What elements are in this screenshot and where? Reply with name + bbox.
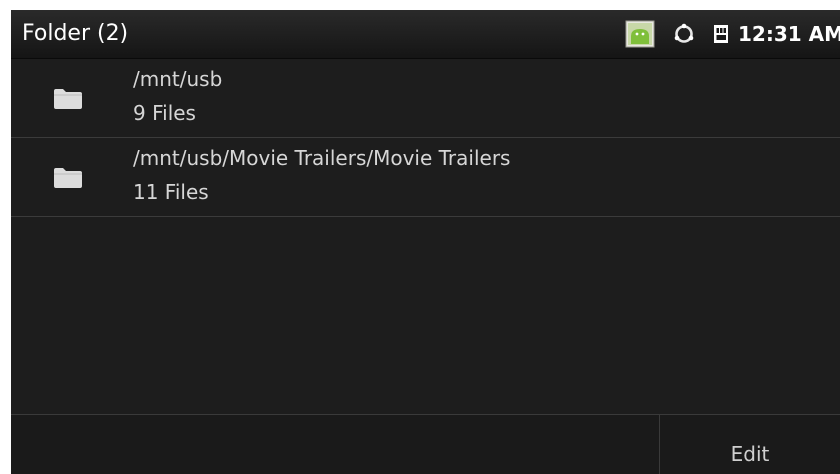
status-icons: 12:31 AM: [625, 10, 840, 58]
folder-icon: [53, 167, 83, 189]
sync-icon: [673, 23, 695, 45]
folder-list: /mnt/usb 9 Files /mnt/usb/Movie Trailers…: [11, 59, 840, 217]
list-item[interactable]: /mnt/usb 9 Files: [11, 59, 840, 138]
sd-card-icon: [713, 24, 729, 44]
folder-file-count: 11 Files: [133, 180, 209, 204]
page-title: Folder (2): [22, 21, 129, 46]
folder-path: /mnt/usb/Movie Trailers/Movie Trailers: [133, 146, 511, 170]
app-screen: Folder (2) 12:31 AM /mnt/usb 9 Files /mn…: [11, 10, 840, 474]
folder-file-count: 9 Files: [133, 101, 196, 125]
bottom-action-bar: Edit: [11, 414, 840, 474]
edit-button[interactable]: Edit: [660, 415, 840, 474]
title-bar: Folder (2) 12:31 AM: [11, 10, 840, 59]
android-notification-icon[interactable]: [625, 20, 655, 48]
bottom-bar-empty-slot: [11, 415, 660, 474]
list-item[interactable]: /mnt/usb/Movie Trailers/Movie Trailers 1…: [11, 138, 840, 217]
status-clock: 12:31 AM: [737, 22, 840, 46]
folder-icon: [53, 88, 83, 110]
folder-path: /mnt/usb: [133, 67, 223, 91]
